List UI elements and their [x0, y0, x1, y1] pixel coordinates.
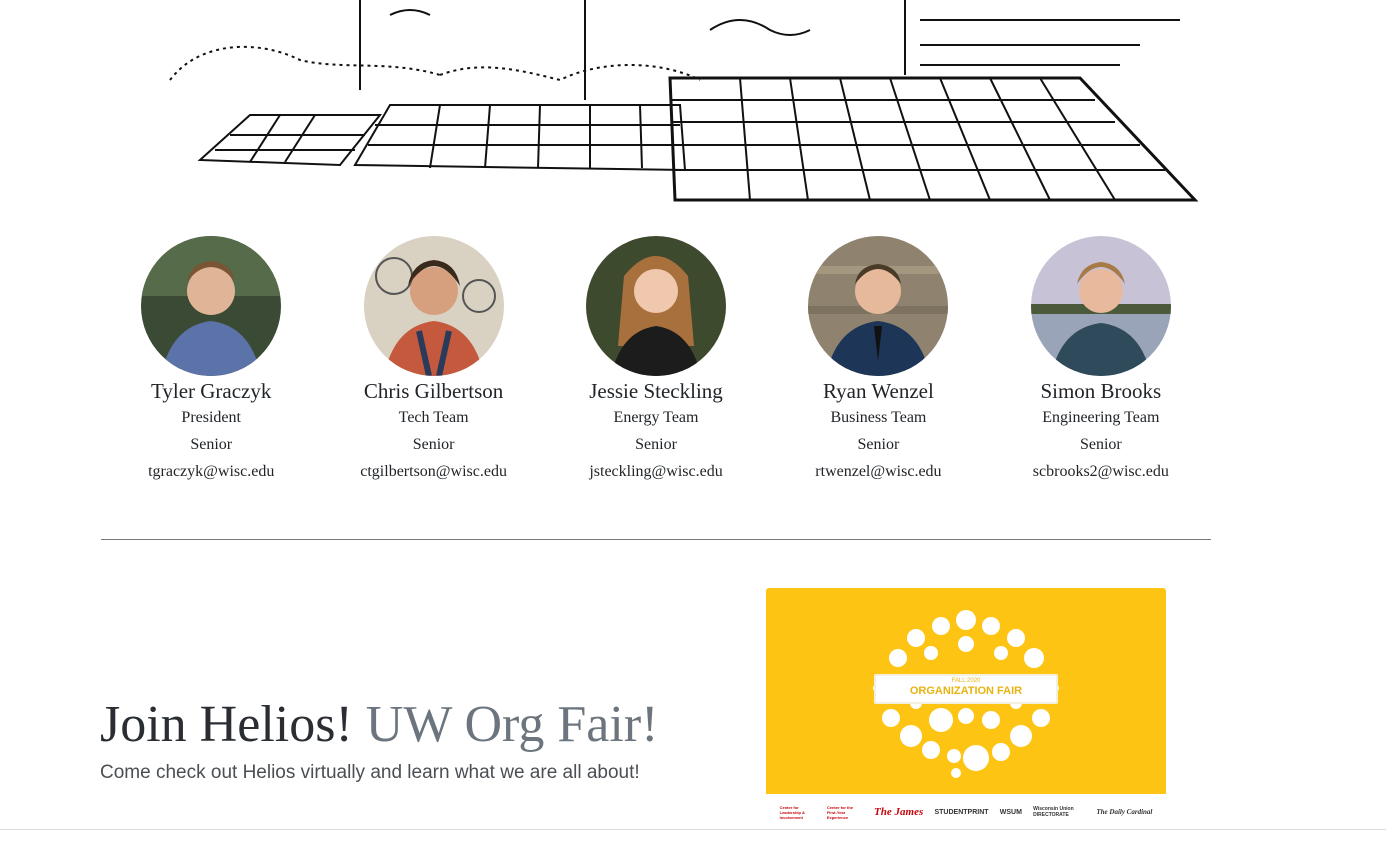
member-role: Tech Team — [398, 409, 469, 426]
avatar — [141, 236, 282, 376]
join-heading: Join Helios! UW Org Fair! — [100, 694, 740, 756]
member-year: Senior — [190, 436, 233, 453]
avatar — [808, 236, 949, 376]
sponsor-logo: The Daily Cardinal — [1096, 808, 1153, 816]
avatar — [363, 236, 504, 376]
member-name: Tyler Graczyk — [151, 379, 272, 403]
avatar — [1030, 236, 1171, 376]
member-email[interactable]: jsteckling@wisc.edu — [545, 458, 767, 485]
team-member-card: Simon Brooks Engineering Team Senior scb… — [990, 236, 1212, 496]
member-year: Senior — [412, 436, 455, 453]
member-year: Senior — [857, 436, 900, 453]
sponsor-logo: Center for Leadership & Involvement — [779, 804, 805, 820]
join-section: Join Helios! UW Org Fair! Come check out… — [100, 694, 740, 784]
sponsor-logo: WSUM — [999, 808, 1022, 816]
team-members: Tyler Graczyk President Senior tgraczyk@… — [100, 236, 1212, 496]
page-bottom-border — [0, 829, 1386, 830]
member-email[interactable]: tgraczyk@wisc.edu — [100, 458, 322, 485]
sponsor-logo: STUDENTPRINT — [934, 808, 989, 816]
org-fair-poster[interactable]: FALL 2020 ORGANIZATION FAIR Center for L… — [766, 588, 1166, 830]
member-role: Engineering Team — [1042, 409, 1160, 426]
fair-big-text: ORGANIZATION FAIR — [909, 685, 1023, 697]
member-name: Ryan Wenzel — [823, 379, 934, 403]
avatar — [586, 236, 727, 376]
team-member-card: Tyler Graczyk President Senior tgraczyk@… — [100, 236, 322, 496]
member-role: Energy Team — [613, 409, 699, 426]
member-name: Chris Gilbertson — [363, 379, 504, 403]
member-year: Senior — [1079, 436, 1122, 453]
sponsor-logos: Center for Leadership & Involvement Cent… — [766, 794, 1166, 830]
member-name: Jessie Steckling — [589, 379, 723, 403]
section-divider — [101, 539, 1211, 540]
sponsor-logo: Wisconsin Union DIRECTORATE — [1033, 806, 1074, 818]
member-name: Simon Brooks — [1040, 379, 1162, 403]
member-role: Business Team — [830, 409, 927, 426]
member-year: Senior — [635, 436, 677, 453]
team-member-card: Chris Gilbertson Tech Team Senior ctgilb… — [322, 236, 544, 496]
join-title: Join Helios! — [100, 696, 353, 753]
member-email[interactable]: ctgilbertson@wisc.edu — [322, 458, 544, 485]
org-fair-banner: FALL 2020 ORGANIZATION FAIR — [874, 674, 1058, 704]
solar-panels-illustration — [140, 0, 1205, 210]
join-subtitle: Come check out Helios virtually and lear… — [100, 762, 640, 783]
fair-small-text: FALL 2020 — [951, 678, 981, 684]
poster-yellow-panel: FALL 2020 ORGANIZATION FAIR — [766, 588, 1166, 794]
team-member-card: Ryan Wenzel Business Team Senior rtwenze… — [767, 236, 989, 496]
sponsor-logo: Center for the First-Year Experience — [826, 804, 854, 820]
member-role: President — [181, 409, 241, 426]
join-title-muted: UW Org Fair! — [365, 696, 659, 753]
sponsor-logo: The James — [874, 806, 924, 818]
member-email[interactable]: scbrooks2@wisc.edu — [990, 458, 1212, 485]
member-email[interactable]: rtwenzel@wisc.edu — [767, 458, 989, 485]
team-member-card: Jessie Steckling Energy Team Senior jste… — [545, 236, 767, 496]
